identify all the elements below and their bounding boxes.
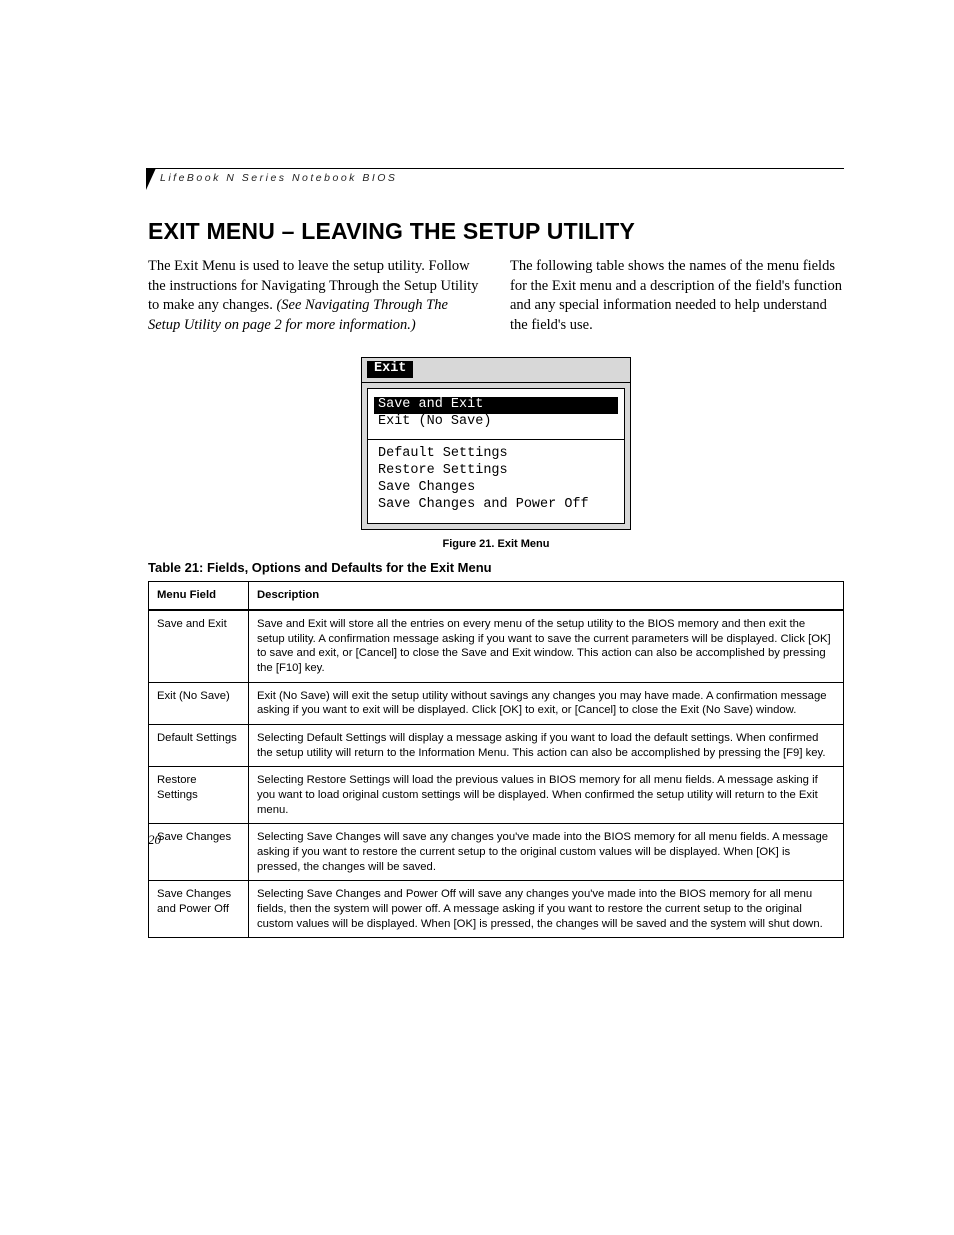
intro-right: The following table shows the names of t… xyxy=(510,257,844,335)
bios-tab-bar: Exit xyxy=(362,358,630,383)
bios-menu-body: Save and ExitExit (No Save) Default Sett… xyxy=(367,388,625,524)
cell-menu-field: Save and Exit xyxy=(149,610,249,682)
table-row: Save Changes and Power OffSelecting Save… xyxy=(149,881,844,938)
cell-menu-field: Save Changes xyxy=(149,824,249,881)
intro-columns: The Exit Menu is used to leave the setup… xyxy=(148,257,844,335)
intro-left: The Exit Menu is used to leave the setup… xyxy=(148,257,482,335)
bios-menu-item: Save and Exit xyxy=(374,397,618,414)
cell-description: Exit (No Save) will exit the setup utili… xyxy=(249,682,844,724)
corner-notch-icon xyxy=(146,168,156,190)
running-head-text: LifeBook N Series Notebook BIOS xyxy=(148,168,844,184)
bios-menu-item: Default Settings xyxy=(378,446,614,463)
cell-description: Selecting Save Changes will save any cha… xyxy=(249,824,844,881)
page-number: 20 xyxy=(148,832,161,848)
bios-menu-item: Save Changes and Power Off xyxy=(378,497,614,514)
cell-description: Selecting Default Settings will display … xyxy=(249,725,844,767)
table-title: Table 21: Fields, Options and Defaults f… xyxy=(148,560,844,575)
figure-caption: Figure 21. Exit Menu xyxy=(148,538,844,550)
table-row: Save and ExitSave and Exit will store al… xyxy=(149,610,844,682)
bios-menu-item: Restore Settings xyxy=(378,463,614,480)
bios-tab-exit: Exit xyxy=(367,361,413,378)
table-row: Exit (No Save)Exit (No Save) will exit t… xyxy=(149,682,844,724)
fields-table: Menu Field Description Save and ExitSave… xyxy=(148,581,844,938)
bios-figure: Exit Save and ExitExit (No Save) Default… xyxy=(361,357,631,530)
cell-menu-field: Save Changes and Power Off xyxy=(149,881,249,938)
table-row: Restore SettingsSelecting Restore Settin… xyxy=(149,767,844,824)
th-description: Description xyxy=(249,582,844,610)
cell-description: Save and Exit will store all the entries… xyxy=(249,610,844,682)
table-row: Default SettingsSelecting Default Settin… xyxy=(149,725,844,767)
cell-description: Selecting Save Changes and Power Off wil… xyxy=(249,881,844,938)
cell-description: Selecting Restore Settings will load the… xyxy=(249,767,844,824)
bios-menu-item: Exit (No Save) xyxy=(378,414,614,431)
cell-menu-field: Restore Settings xyxy=(149,767,249,824)
cell-menu-field: Exit (No Save) xyxy=(149,682,249,724)
bios-separator xyxy=(368,439,624,440)
running-head: LifeBook N Series Notebook BIOS xyxy=(148,168,844,184)
page-title: EXIT MENU – LEAVING THE SETUP UTILITY xyxy=(148,218,844,245)
bios-menu-item: Save Changes xyxy=(378,480,614,497)
cell-menu-field: Default Settings xyxy=(149,725,249,767)
th-menu-field: Menu Field xyxy=(149,582,249,610)
table-row: Save ChangesSelecting Save Changes will … xyxy=(149,824,844,881)
table-header-row: Menu Field Description xyxy=(149,582,844,610)
